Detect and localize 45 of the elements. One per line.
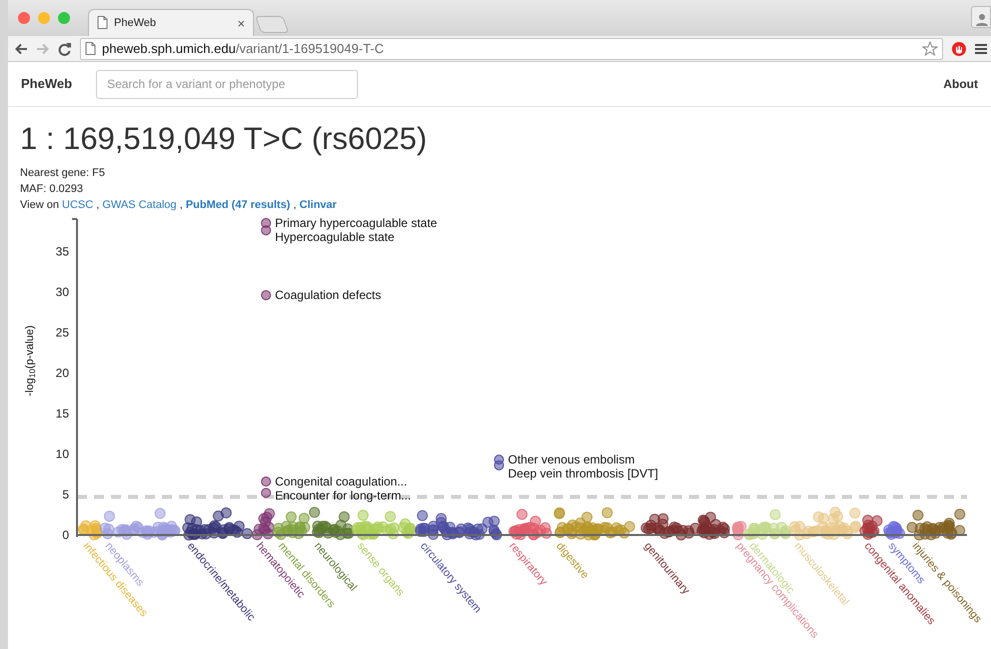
- data-point[interactable]: [261, 218, 271, 228]
- point-label: Other venous embolism: [508, 452, 635, 467]
- data-point[interactable]: [261, 290, 271, 300]
- reload-icon[interactable]: [58, 42, 72, 56]
- tick-label: 15: [56, 406, 69, 420]
- point-label: Coagulation defects: [275, 288, 382, 302]
- tick-label: 10: [56, 446, 69, 461]
- external-link[interactable]: PubMed (47 results): [186, 199, 290, 211]
- external-link[interactable]: UCSC: [62, 199, 94, 211]
- point-label: Deep vein thrombosis [DVT]: [508, 466, 658, 481]
- data-point[interactable]: [261, 225, 271, 236]
- nav-link[interactable]: About: [943, 75, 978, 94]
- data-point[interactable]: [494, 460, 504, 470]
- menu-icon[interactable]: [975, 42, 987, 56]
- point-label: Encounter for long-term...: [275, 488, 412, 503]
- detail-text: Nearest gene: F5: [20, 166, 106, 181]
- hand-icon[interactable]: [951, 40, 967, 57]
- point-label: Hypercoagulable state: [275, 230, 394, 244]
- page-icon: [97, 16, 108, 30]
- data-point[interactable]: [494, 454, 504, 465]
- external-link[interactable]: Clinvar: [299, 199, 337, 211]
- view-on-text: View on UCSC , GWAS Catalog , PubMed (47 results) , Clinvar: [20, 198, 338, 213]
- tick-label: 35: [56, 244, 69, 258]
- tick-label: 0: [62, 528, 69, 542]
- tick-label: 30: [56, 284, 69, 299]
- detail-text: MAF: 0.0293: [20, 182, 84, 197]
- tick-label: 20: [56, 366, 69, 380]
- data-point[interactable]: [261, 488, 271, 498]
- address-bar[interactable]: pheweb.sph.umich.edu/variant/1-169519049-T-C: [80, 38, 943, 60]
- tick-label: 5: [62, 487, 69, 502]
- point-label: Primary hypercoagulable state: [275, 216, 438, 230]
- url-text: pheweb.sph.umich.edu/variant/1-169519049-T-C: [102, 40, 384, 58]
- point-label: Congenital coagulation...: [275, 474, 408, 489]
- back-icon[interactable]: [14, 42, 28, 56]
- tick-label: 25: [56, 325, 69, 340]
- external-link[interactable]: GWAS Catalog: [102, 199, 177, 211]
- brand-link[interactable]: PheWeb: [21, 74, 72, 94]
- data-point[interactable]: [261, 476, 271, 487]
- profile-button[interactable]: [971, 6, 991, 28]
- browser-tab[interactable]: PheWeb ×: [88, 9, 254, 36]
- search-field[interactable]: Search for a variant or phenotype: [96, 70, 358, 99]
- variant-title: 1 : 169,519,049 T>C (rs6025): [20, 121, 428, 157]
- page-icon: [85, 42, 96, 56]
- tab-close-button[interactable]: ×: [237, 16, 245, 30]
- star-icon[interactable]: [922, 40, 938, 57]
